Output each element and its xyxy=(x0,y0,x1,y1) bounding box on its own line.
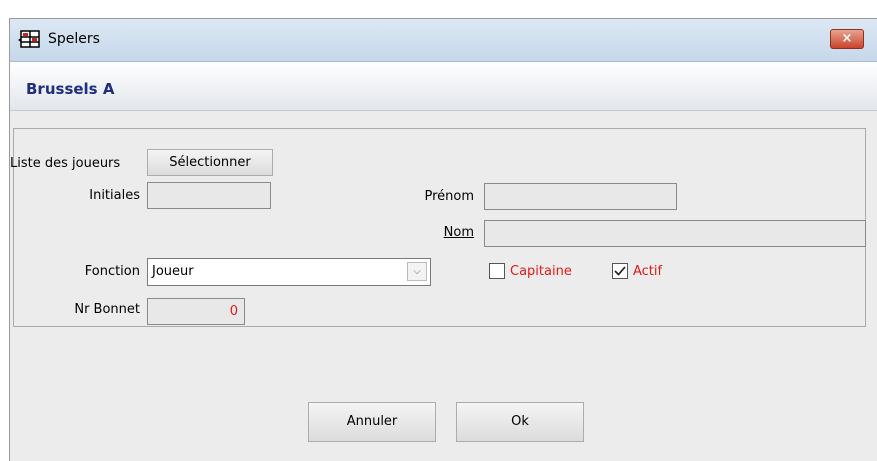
select-player-button[interactable]: Sélectionner xyxy=(147,149,273,176)
dialog-window: Spelers × Brussels A Liste des joueurs S… xyxy=(9,18,877,461)
players-list-label: Liste des joueurs xyxy=(10,156,121,171)
cap-number-label: Nr Bonnet xyxy=(74,302,140,317)
firstname-field[interactable] xyxy=(484,183,677,210)
initials-field[interactable] xyxy=(147,182,271,209)
title-bar: Spelers × xyxy=(10,19,877,62)
team-name: Brussels A xyxy=(26,80,115,98)
active-checkbox[interactable] xyxy=(612,263,628,279)
close-icon: × xyxy=(841,31,853,46)
name-label: Nom xyxy=(443,225,474,240)
ok-button[interactable]: Ok xyxy=(456,402,584,442)
function-select[interactable]: Joueur ⌵ xyxy=(147,258,431,286)
firstname-label: Prénom xyxy=(424,189,474,204)
function-select-value: Joueur xyxy=(152,264,194,279)
function-label: Fonction xyxy=(84,264,140,279)
name-field[interactable] xyxy=(484,220,866,247)
initials-label: Initiales xyxy=(89,188,140,203)
cap-number-field[interactable]: 0 xyxy=(147,298,245,325)
captain-checkbox[interactable] xyxy=(489,263,505,279)
window-title: Spelers xyxy=(48,31,100,47)
captain-label: Capitaine xyxy=(510,264,572,279)
cancel-button[interactable]: Annuler xyxy=(308,402,436,442)
active-label: Actif xyxy=(633,264,663,279)
header-band: Brussels A xyxy=(10,62,877,111)
player-form-panel: Liste des joueurs Sélectionner Initiales… xyxy=(10,128,866,327)
close-button[interactable]: × xyxy=(830,29,864,49)
checkmark-icon xyxy=(614,266,626,276)
chevron-down-icon[interactable]: ⌵ xyxy=(407,262,427,281)
app-icon xyxy=(17,28,41,50)
